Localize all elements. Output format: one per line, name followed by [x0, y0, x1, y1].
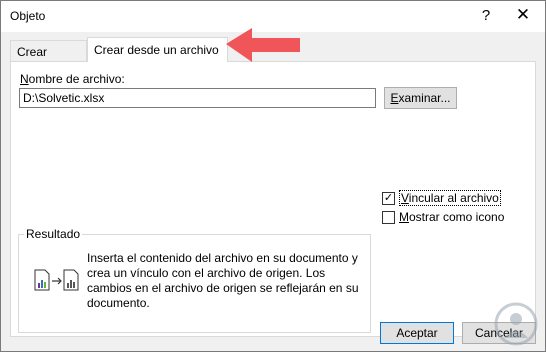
tab-crear-nuevo[interactable]: Crear nuevo — [10, 40, 87, 81]
browse-button[interactable]: Examinar... — [384, 87, 457, 109]
file-name-label-access-key: N — [20, 72, 29, 86]
tab-crear-desde-archivo[interactable]: Crear desde un archivo — [87, 37, 228, 62]
annotation-arrow — [226, 28, 300, 62]
file-name-input[interactable] — [19, 88, 376, 108]
display-as-icon-checkbox[interactable] — [382, 210, 395, 224]
tab-label: Crear desde un archivo — [94, 43, 219, 57]
result-legend: Resultado — [24, 227, 83, 241]
display-as-icon-label: Mostrar como icono — [399, 210, 504, 224]
link-to-file-text: incular al archivo — [408, 191, 499, 205]
link-to-file-label: Vincular al archivo — [399, 190, 501, 206]
result-description: Inserta el contenido del archivo en su d… — [87, 251, 359, 310]
file-name-label: Nombre de archivo: — [20, 72, 125, 86]
close-button[interactable]: ✕ — [506, 4, 540, 28]
ok-button[interactable]: Aceptar — [380, 322, 454, 344]
help-button[interactable]: ? — [471, 4, 501, 28]
tabs-area: Crear nuevo Crear desde un archivo Nombr… — [1, 32, 545, 351]
link-to-file-option[interactable]: ✓ Vincular al archivo — [382, 190, 501, 206]
linked-file-icon — [34, 269, 79, 291]
display-as-icon-option[interactable]: Mostrar como icono — [382, 209, 504, 225]
watermark-logo-icon — [494, 302, 538, 346]
display-as-icon-access-key: M — [399, 210, 409, 224]
result-group: Resultado Inserta el contenido del archi… — [18, 227, 371, 333]
file-name-label-text: ombre de archivo: — [28, 72, 125, 86]
tab-label: Crear — [17, 45, 48, 59]
link-to-file-checkbox[interactable]: ✓ — [382, 191, 395, 205]
window-title: Objeto — [10, 9, 46, 23]
tab-panel: Nombre de archivo: Examinar... ✓ Vincula… — [10, 61, 536, 337]
browse-button-label: xaminar... — [398, 91, 451, 105]
display-as-icon-text: ostrar como icono — [409, 210, 505, 224]
link-to-file-access-key: V — [401, 191, 409, 205]
